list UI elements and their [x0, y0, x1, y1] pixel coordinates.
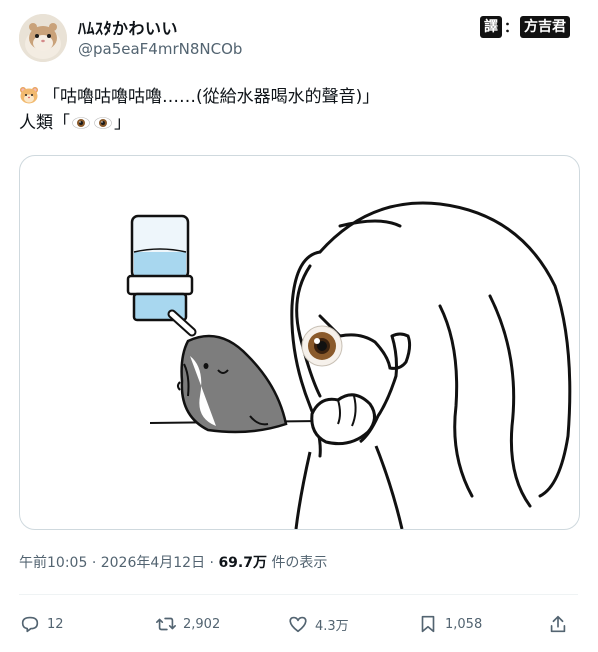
like-button[interactable]: 4.3万 [287, 610, 349, 638]
tweet-line-1: 「咕嚕咕嚕咕嚕……(從給水器喝水的聲音)」 [19, 84, 579, 110]
translator-stamp: 譯 ： 方吉君 [480, 15, 570, 39]
tweet-action-bar: 12 2,902 4.3万 1,058 [19, 610, 579, 638]
tweet-date[interactable]: 2026年4月12日 [101, 555, 205, 571]
share-icon [550, 615, 566, 633]
hamster-avatar-image [19, 14, 67, 62]
like-count: 4.3万 [315, 618, 349, 634]
tweet-text: 「咕嚕咕嚕咕嚕……(從給水器喝水的聲音)」 人類「 」 [19, 84, 579, 136]
avatar[interactable] [19, 14, 67, 62]
bookmark-icon [421, 615, 435, 633]
meta-separator: · [209, 555, 214, 571]
tweet-time[interactable]: 午前10:05 [19, 555, 87, 571]
tweet-line-2: 人類「 」 [19, 110, 579, 136]
repost-icon [156, 617, 176, 631]
heart-icon [289, 616, 307, 633]
bookmark-count: 1,058 [445, 616, 483, 632]
tweet-line-2-prefix: 人類「 [19, 113, 70, 133]
tweet-metadata: 午前10:05 · 2026年4月12日 · 69.7万 件の表示 [19, 552, 327, 572]
repost-button[interactable]: 2,902 [155, 610, 220, 638]
reply-button[interactable]: 12 [19, 610, 64, 638]
display-name[interactable]: ﾊﾑｽﾀかわいい [78, 15, 178, 39]
tweet-media-image[interactable] [19, 155, 580, 530]
repost-count: 2,902 [183, 616, 221, 632]
hamster-face-icon [20, 87, 38, 104]
tweet-line-2-suffix: 」 [114, 113, 131, 133]
bookmark-button[interactable]: 1,058 [417, 610, 482, 638]
reply-count: 12 [47, 616, 64, 632]
views-count: 69.7万 [218, 555, 267, 571]
share-button[interactable] [547, 610, 569, 638]
hamster-drinking-illustration [126, 201, 572, 529]
translator-stamp-label: 譯 [480, 16, 502, 38]
reply-icon [21, 616, 39, 633]
translator-stamp-name: 方吉君 [520, 16, 570, 38]
eye-icon [94, 117, 112, 129]
views-label: 件の表示 [271, 555, 328, 571]
user-handle[interactable]: @pa5eaF4mrN8NCOb [78, 40, 242, 58]
translator-stamp-separator: ： [504, 20, 518, 36]
divider [19, 594, 578, 595]
meta-separator: · [91, 555, 97, 571]
tweet-line-1-text: 「咕嚕咕嚕咕嚕……(從給水器喝水的聲音)」 [43, 87, 380, 107]
eye-icon [72, 117, 90, 129]
